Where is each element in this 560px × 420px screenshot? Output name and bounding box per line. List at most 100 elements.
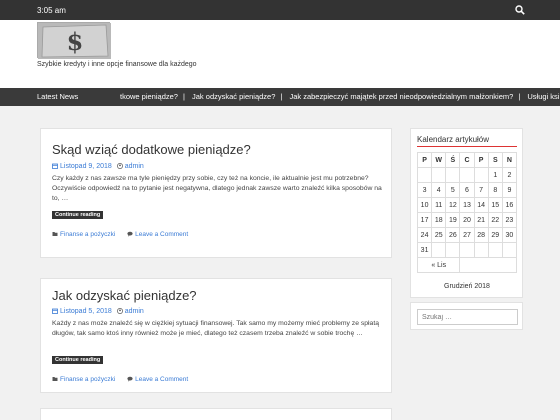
- calendar-empty-cell: [473, 242, 489, 258]
- calendar-widget: Kalendarz artykułów PWŚCPSN 1 2 3 4 5 6 7 8 9 10 1…: [410, 128, 523, 298]
- calendar-day: 28: [473, 227, 489, 243]
- calendar-day: 23: [501, 212, 518, 228]
- calendar-weekday: P: [473, 152, 489, 168]
- calendar-day: 24: [416, 227, 433, 243]
- latest-news-label: Latest News: [0, 88, 112, 106]
- calendar-weekday: C: [459, 152, 475, 168]
- article-title[interactable]: Jak odzyskać pieniądze?: [52, 288, 197, 303]
- continue-reading-button[interactable]: Continue reading: [52, 211, 104, 219]
- calendar-table: PWŚCPSN 1 2 3 4 5 6 7 8 9 10 11 12 13 14 15 16 17 18 19 20 2…: [416, 152, 518, 273]
- calendar-day: 18: [431, 212, 447, 228]
- calendar-weekday: P: [416, 152, 433, 168]
- calendar-empty-cell: [431, 167, 447, 183]
- calendar-day: 13: [459, 197, 475, 213]
- article-footer: Finanse a pożyczki Leave a Comment: [52, 376, 188, 383]
- user-icon: [116, 163, 123, 169]
- ticker-item[interactable]: tkowe pieniądze?: [120, 92, 178, 101]
- prev-month-link[interactable]: « Lis: [416, 257, 461, 273]
- calendar-day: 19: [445, 212, 461, 228]
- current-time: 3:05 am: [37, 6, 66, 15]
- article-author[interactable]: admin: [125, 308, 144, 315]
- leave-comment-link[interactable]: Leave a Comment: [135, 376, 188, 383]
- ticker-item[interactable]: Jak odzyskać pieniądze?: [192, 92, 275, 101]
- latest-news-bar: Latest News tkowe pieniądze? | Jak odzysk…: [0, 88, 560, 106]
- article-card: Skąd wziąć dodatkowe pieniądze? Listopad…: [40, 128, 392, 258]
- folder-icon: [52, 377, 58, 381]
- calendar-empty-cell: [416, 167, 433, 183]
- search-icon[interactable]: [515, 5, 525, 15]
- calendar-empty-cell: [445, 167, 461, 183]
- calendar-weekday: W: [431, 152, 447, 168]
- continue-reading-button[interactable]: Continue reading: [52, 356, 104, 364]
- calendar-day: 31: [416, 242, 433, 258]
- calendar-empty-cell: [459, 167, 475, 183]
- article-title[interactable]: Skąd wziąć dodatkowe pieniądze?: [52, 142, 251, 157]
- calendar-empty-cell: [487, 242, 503, 258]
- article-excerpt: Każdy z nas może znaleźć się w ciężkiej …: [52, 320, 380, 337]
- calendar-day: 6: [459, 182, 475, 198]
- comment-icon: [127, 231, 133, 237]
- calendar-empty-cell: [473, 167, 489, 183]
- article-category[interactable]: Finanse a pożyczki: [60, 376, 115, 383]
- calendar-weekday: Ś: [445, 152, 461, 168]
- search-widget: [410, 302, 523, 330]
- ticker-item[interactable]: Usługi ksi: [527, 92, 559, 101]
- calendar-day: 14: [473, 197, 489, 213]
- article-excerpt: Czy każdy z nas zawsze ma tyle pieniędzy…: [52, 175, 382, 202]
- calendar-day: 17: [416, 212, 433, 228]
- news-ticker: tkowe pieniądze? | Jak odzyskać pieniądze…: [120, 92, 560, 101]
- calendar-empty-cell: [431, 242, 447, 258]
- calendar-icon: [52, 163, 58, 169]
- svg-text:$: $: [67, 27, 84, 56]
- article-meta: Listopad 9, 2018 admin: [52, 163, 144, 170]
- calendar-day: 7: [473, 182, 489, 198]
- top-bar: 3:05 am: [0, 0, 560, 20]
- article-category[interactable]: Finanse a pożyczki: [60, 231, 115, 238]
- calendar-day: 29: [487, 227, 503, 243]
- calendar-day: 20: [459, 212, 475, 228]
- calendar-empty-cell: [501, 242, 518, 258]
- calendar-icon: [52, 308, 58, 314]
- calendar-day: 16: [501, 197, 518, 213]
- calendar-day: 30: [501, 227, 518, 243]
- article-date[interactable]: Listopad 9, 2018: [60, 163, 112, 170]
- calendar-weekday: S: [487, 152, 503, 168]
- calendar-day: 15: [487, 197, 503, 213]
- article-card: Jak odzyskać pieniądze? Listopad 5, 2018…: [40, 278, 392, 393]
- calendar-month-caption: Grudzień 2018: [444, 283, 490, 290]
- comment-icon: [127, 376, 133, 382]
- site-tagline: Szybkie kredyty i inne opcje finansowe d…: [37, 61, 197, 68]
- site-logo[interactable]: $: [37, 22, 111, 59]
- calendar-footer-spacer: [459, 257, 517, 273]
- calendar-empty-cell: [445, 242, 461, 258]
- calendar-day: 22: [487, 212, 503, 228]
- calendar-day: 27: [459, 227, 475, 243]
- calendar-day: 25: [431, 227, 447, 243]
- calendar-day: 5: [445, 182, 461, 198]
- calendar-empty-cell: [459, 242, 475, 258]
- calendar-day: 10: [416, 197, 433, 213]
- calendar-title: Kalendarz artykułów: [417, 135, 490, 144]
- article-author[interactable]: admin: [125, 163, 144, 170]
- site-header: $ Szybkie kredyty i inne opcje finansowe…: [0, 20, 560, 88]
- search-input[interactable]: [417, 309, 518, 325]
- article-date[interactable]: Listopad 5, 2018: [60, 308, 112, 315]
- widget-title-underline: [417, 146, 517, 147]
- calendar-day: 4: [431, 182, 447, 198]
- article-meta: Listopad 5, 2018 admin: [52, 308, 144, 315]
- article-footer: Finanse a pożyczki Leave a Comment: [52, 231, 188, 238]
- calendar-day: 11: [431, 197, 447, 213]
- ticker-item[interactable]: Jak zabezpieczyć majątek przed nieodpowi…: [289, 92, 513, 101]
- calendar-day: 26: [445, 227, 461, 243]
- calendar-weekday: N: [501, 152, 518, 168]
- article-card: [40, 408, 392, 420]
- calendar-day: 21: [473, 212, 489, 228]
- calendar-day: 8: [487, 182, 503, 198]
- folder-icon: [52, 232, 58, 236]
- calendar-day: 12: [445, 197, 461, 213]
- calendar-day: 1: [487, 167, 503, 183]
- leave-comment-link[interactable]: Leave a Comment: [135, 231, 188, 238]
- user-icon: [116, 308, 123, 314]
- calendar-day: 2: [501, 167, 518, 183]
- calendar-day: 3: [416, 182, 433, 198]
